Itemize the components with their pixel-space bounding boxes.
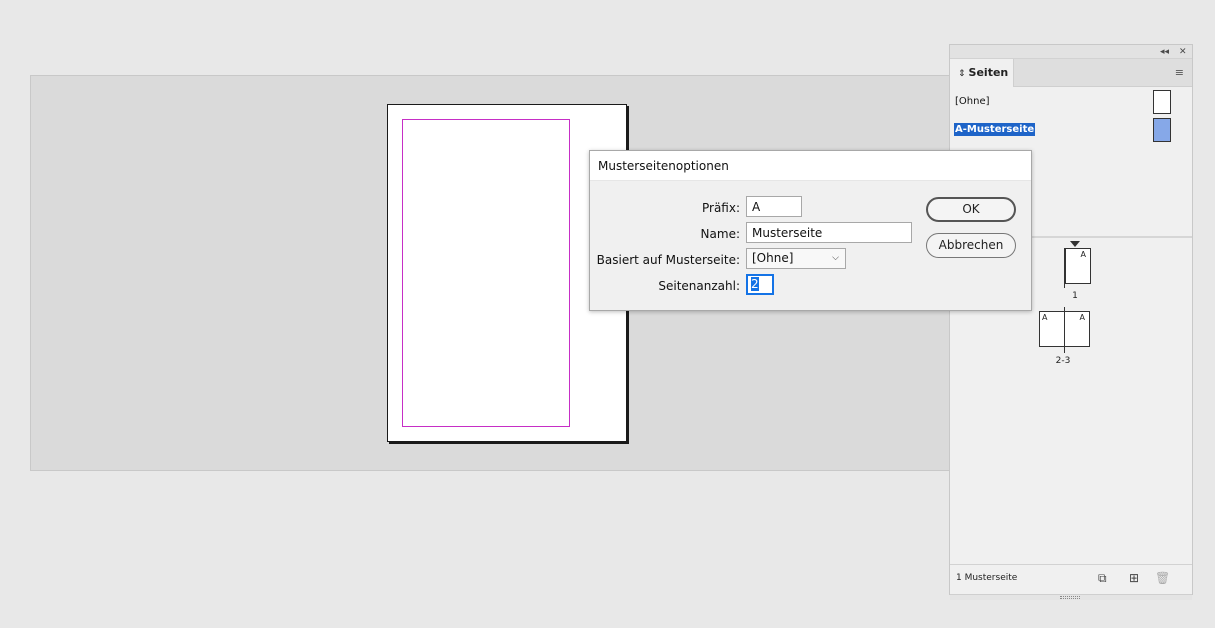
grip-lines — [1060, 596, 1080, 599]
master-label: [Ohne] — [955, 96, 990, 107]
cancel-button[interactable]: Abbrechen — [926, 233, 1016, 258]
spine — [1064, 307, 1065, 353]
tab-seiten[interactable]: ⇕ Seiten — [950, 59, 1014, 87]
prefix-label: Präfix: — [701, 201, 740, 215]
master-options-dialog: Musterseitenoptionen Präfix: Name: Basie… — [589, 150, 1032, 311]
master-letter: A — [1079, 313, 1085, 322]
based-on-select[interactable]: [Ohne] ⌵ — [746, 248, 846, 269]
master-item-none[interactable]: [Ohne] — [950, 90, 1192, 114]
master-thumbnail[interactable] — [1153, 90, 1171, 114]
page-thumbnail[interactable]: A — [1065, 248, 1091, 284]
panel-tab-row: ⇕ Seiten ≡ — [950, 59, 1192, 87]
page-thumbnail[interactable]: A — [1064, 311, 1090, 347]
collapse-icon[interactable]: ◂◂ — [1160, 45, 1169, 59]
master-letter: A — [1080, 250, 1086, 259]
page-number: 2-3 — [1055, 356, 1071, 366]
resize-grip[interactable] — [950, 594, 1192, 600]
panel-footer: 1 Musterseite ⧉ ⊞ 🗑 — [950, 564, 1192, 594]
based-on-value: [Ohne] — [752, 251, 794, 265]
spinner-icon: ⇕ — [958, 69, 966, 79]
page-thumbnail[interactable]: A — [1039, 311, 1065, 347]
page-count-label: Seitenanzahl: — [658, 279, 740, 293]
based-on-label: Basiert auf Musterseite: — [596, 253, 740, 267]
page-count-input[interactable]: 2 — [746, 274, 774, 295]
page-number: 1 — [1072, 291, 1078, 301]
new-page-icon[interactable]: ⊞ — [1129, 571, 1139, 585]
page-count-value: 2 — [751, 277, 759, 291]
master-letter: A — [1042, 313, 1048, 322]
prefix-input[interactable] — [746, 196, 802, 217]
panel-menu-icon[interactable]: ≡ — [1175, 67, 1184, 79]
dialog-title: Musterseitenoptionen — [590, 151, 1031, 181]
new-page-size-icon[interactable]: ⧉ — [1098, 571, 1107, 585]
current-page-marker — [1070, 241, 1080, 247]
pages-panel: ◂◂ ✕ ⇕ Seiten ≡ [Ohne] A-Musterseite A 1 … — [949, 44, 1193, 600]
trash-icon[interactable]: 🗑 — [1155, 571, 1170, 585]
master-label: A-Musterseite — [954, 123, 1036, 136]
footer-status: 1 Musterseite — [956, 573, 1018, 583]
tab-label: Seiten — [968, 66, 1009, 79]
panel-topbar: ◂◂ ✕ — [950, 45, 1192, 59]
ok-button[interactable]: OK — [926, 197, 1016, 222]
name-label: Name: — [700, 227, 740, 241]
close-icon[interactable]: ✕ — [1179, 45, 1187, 59]
master-thumbnail[interactable] — [1153, 118, 1171, 142]
margin-guide — [402, 119, 570, 427]
chevron-down-icon: ⌵ — [832, 253, 839, 263]
name-input[interactable] — [746, 222, 912, 243]
master-item-a[interactable]: A-Musterseite — [950, 118, 1192, 142]
